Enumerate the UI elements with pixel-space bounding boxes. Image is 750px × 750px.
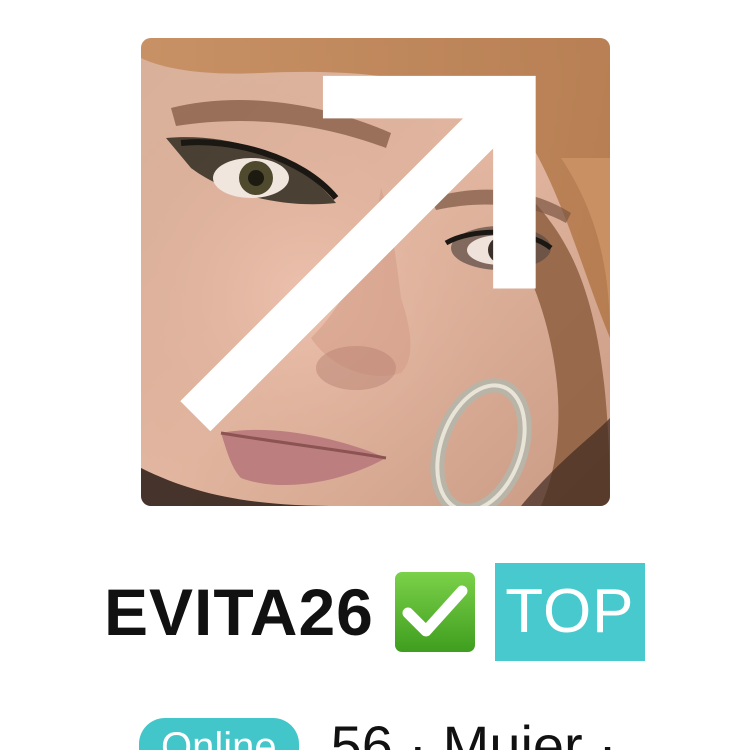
top-badge: TOP <box>494 563 645 661</box>
name-row: EVITA26 TOP <box>104 563 645 661</box>
profile-page: EVITA26 TOP Online 56 · Mujer · <box>0 0 750 750</box>
profile-name: EVITA26 <box>104 575 374 649</box>
profile-photo[interactable] <box>141 38 610 506</box>
online-status-badge: Online <box>139 718 299 750</box>
profile-meta: 56 · Mujer · <box>330 714 617 750</box>
verified-check-icon <box>394 572 475 652</box>
expand-arrow-icon[interactable] <box>141 38 600 480</box>
meta-row: Online 56 · Mujer · <box>139 718 617 750</box>
